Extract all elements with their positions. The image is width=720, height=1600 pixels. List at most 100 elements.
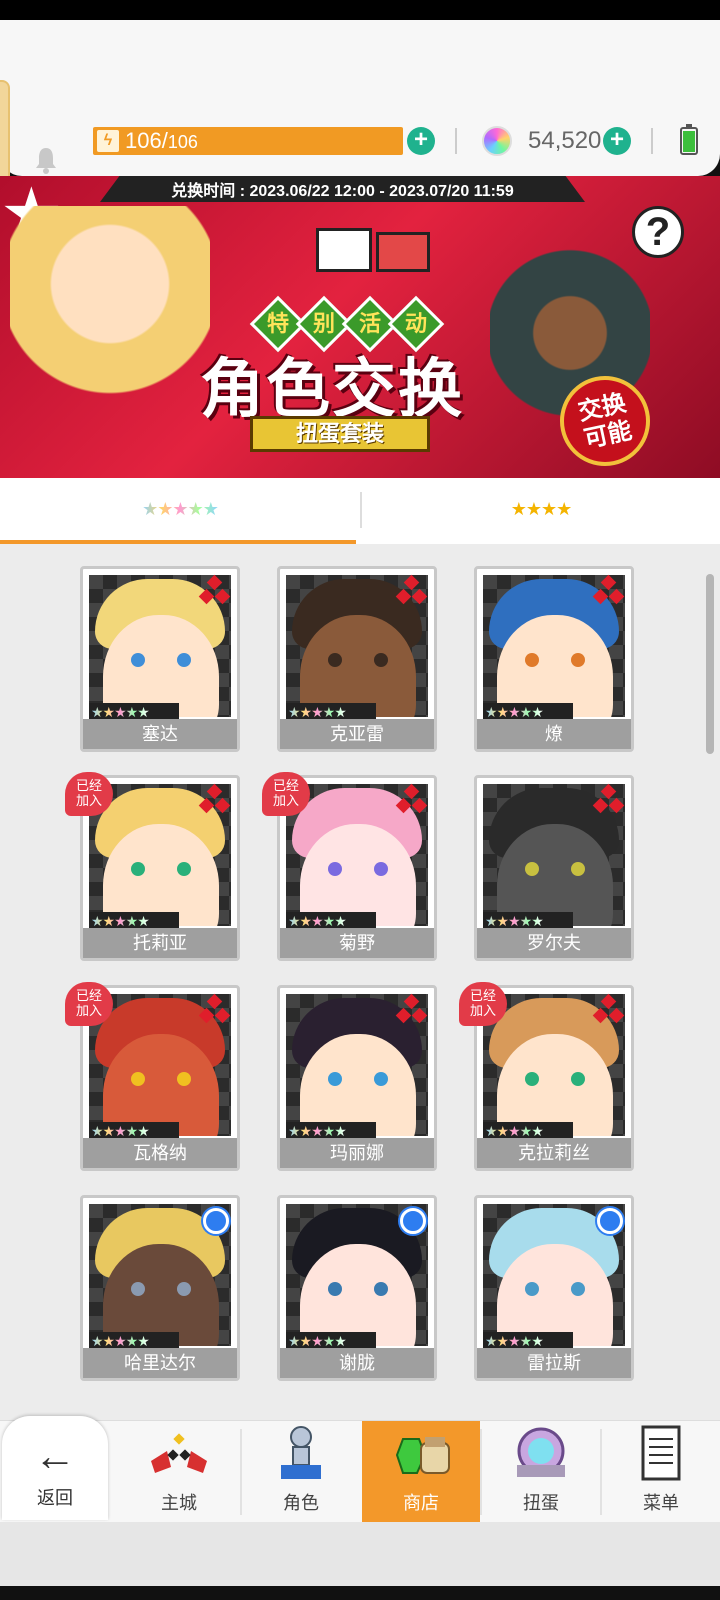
card-stars-text: ★★★★★ [485,704,544,720]
portrait-eyes [525,653,585,667]
blue-circle-icon [203,1208,229,1234]
status-bar [0,0,720,20]
character-card[interactable]: ★★★★★ 瓦格纳 已经 加入 [65,982,240,1171]
diamond-icon [395,574,428,609]
card-stars-text: ★★★★★ [91,1333,150,1349]
joined-label: 已经 [75,778,102,793]
gem-plus-button[interactable]: + [603,127,631,155]
card-stars-text: ★★★★★ [91,704,150,720]
diamond-icon [198,574,231,609]
character-name: 托莉亚 [83,928,237,958]
menu-icon [629,1421,693,1485]
nav-item-character[interactable]: 角色 [242,1421,360,1523]
card-stars-text: ★★★★★ [485,1333,544,1349]
character-name: 谢胧 [280,1348,434,1378]
bottom-nav: 主城 角色 商店 扭蛋 菜单 [0,1420,720,1523]
card-stars-text: ★★★★★ [288,1123,347,1139]
back-label: 返回 [37,1488,73,1508]
stamina-plus-button[interactable]: + [407,127,435,155]
nav-item-menu[interactable]: 菜单 [602,1421,720,1523]
joined-label: 已经 [469,988,496,1003]
portrait-eyes [328,1282,388,1296]
character-art-left [10,206,210,466]
nav-item-shop[interactable]: 商店 [362,1421,480,1523]
character-card[interactable]: ★★★★★ 克拉莉丝 已经 加入 [459,982,634,1171]
blue-circle-icon [400,1208,426,1234]
portrait-eyes [525,862,585,876]
character-icon [269,1421,333,1485]
back-button[interactable]: ← 返回 [2,1416,108,1520]
ticket-icon [376,232,430,272]
event-banner[interactable]: ★ 特 别 活 动 角色交换 扭蛋套装 交换 可能 ? [0,176,720,478]
joined-label: 加入 [272,793,299,808]
diamond-icon [198,993,231,1028]
joined-badge: 已经 加入 [65,772,113,816]
nav-item-castle[interactable]: 主城 [120,1421,238,1523]
joined-label: 加入 [75,1003,102,1018]
card-stars-text: ★★★★★ [288,704,347,720]
castle-icon [147,1421,211,1485]
character-card[interactable]: ★★★★★ 塞达 [80,566,240,752]
stamina-bolt-icon: ϟ [97,130,119,152]
character-name: 瓦格纳 [83,1138,237,1168]
nav-label: 角色 [283,1493,319,1513]
gacha-icon [509,1421,573,1485]
character-card[interactable]: ★★★★★ 玛丽娜 [277,985,437,1171]
character-name: 菊野 [280,928,434,958]
stamina-bar: ϟ 106 / 106 [93,127,403,155]
side-tab[interactable] [0,80,10,190]
joined-label: 加入 [75,793,102,808]
card-stars-text: ★★★★★ [91,913,150,929]
character-card[interactable]: ★★★★★ 罗尔夫 [474,775,634,961]
event-char: 活 [358,310,382,336]
portrait-eyes [328,653,388,667]
nav-label: 扭蛋 [523,1493,559,1513]
battery-icon [680,124,698,155]
card-stars-text: ★★★★★ [91,1123,150,1139]
gem-icon [482,126,512,156]
blue-circle-icon [597,1208,623,1234]
bell-icon[interactable] [34,146,58,174]
character-name: 克亚雷 [280,719,434,749]
divider [455,128,457,154]
character-card[interactable]: ★★★★★ 燎 [474,566,634,752]
character-name: 燎 [477,719,631,749]
tab-four-star[interactable]: ★★★★ [362,478,720,540]
scrollbar[interactable] [706,574,714,754]
nav-label: 主城 [161,1493,197,1513]
tab-four-star-label: ★★★★ [510,498,573,519]
character-name: 罗尔夫 [477,928,631,958]
joined-label: 加入 [469,1003,496,1018]
envelope-icon [316,228,372,272]
header: ϟ 106 / 106 + 54,520 + [0,20,720,190]
nav-label: 商店 [403,1493,439,1513]
nav-label: 菜单 [643,1493,679,1513]
tab-five-star[interactable]: ★★★★★ [0,478,360,540]
character-card[interactable]: ★★★★★ 雷拉斯 [474,1195,634,1381]
nav-item-gacha[interactable]: 扭蛋 [482,1421,600,1523]
portrait-eyes [525,1282,585,1296]
event-char: 动 [404,310,428,336]
character-name: 克拉莉丝 [477,1138,631,1168]
diamond-icon [395,993,428,1028]
card-stars-text: ★★★★★ [288,1333,347,1349]
character-card[interactable]: ★★★★★ 谢胧 [277,1195,437,1381]
portrait-eyes [525,1072,585,1086]
joined-label: 已经 [75,988,102,1003]
character-card[interactable]: ★★★★★ 菊野 已经 加入 [262,772,437,961]
character-card[interactable]: ★★★★★ 哈里达尔 [80,1195,240,1381]
diamond-icon [395,783,428,818]
joined-badge: 已经 加入 [65,982,113,1026]
diamond-icon [592,574,625,609]
tab-five-star-label: ★★★★★ [142,498,219,519]
help-button[interactable]: ? [632,206,684,258]
character-name: 哈里达尔 [83,1348,237,1378]
card-stars-text: ★★★★★ [485,913,544,929]
joined-badge: 已经 加入 [459,982,507,1026]
portrait-eyes [328,1072,388,1086]
portrait-eyes [131,862,191,876]
character-card[interactable]: ★★★★★ 托莉亚 已经 加入 [65,772,240,961]
back-arrow-icon: ← [34,1432,76,1479]
stamina-max: 106 [167,132,198,152]
character-card[interactable]: ★★★★★ 克亚雷 [277,566,437,752]
